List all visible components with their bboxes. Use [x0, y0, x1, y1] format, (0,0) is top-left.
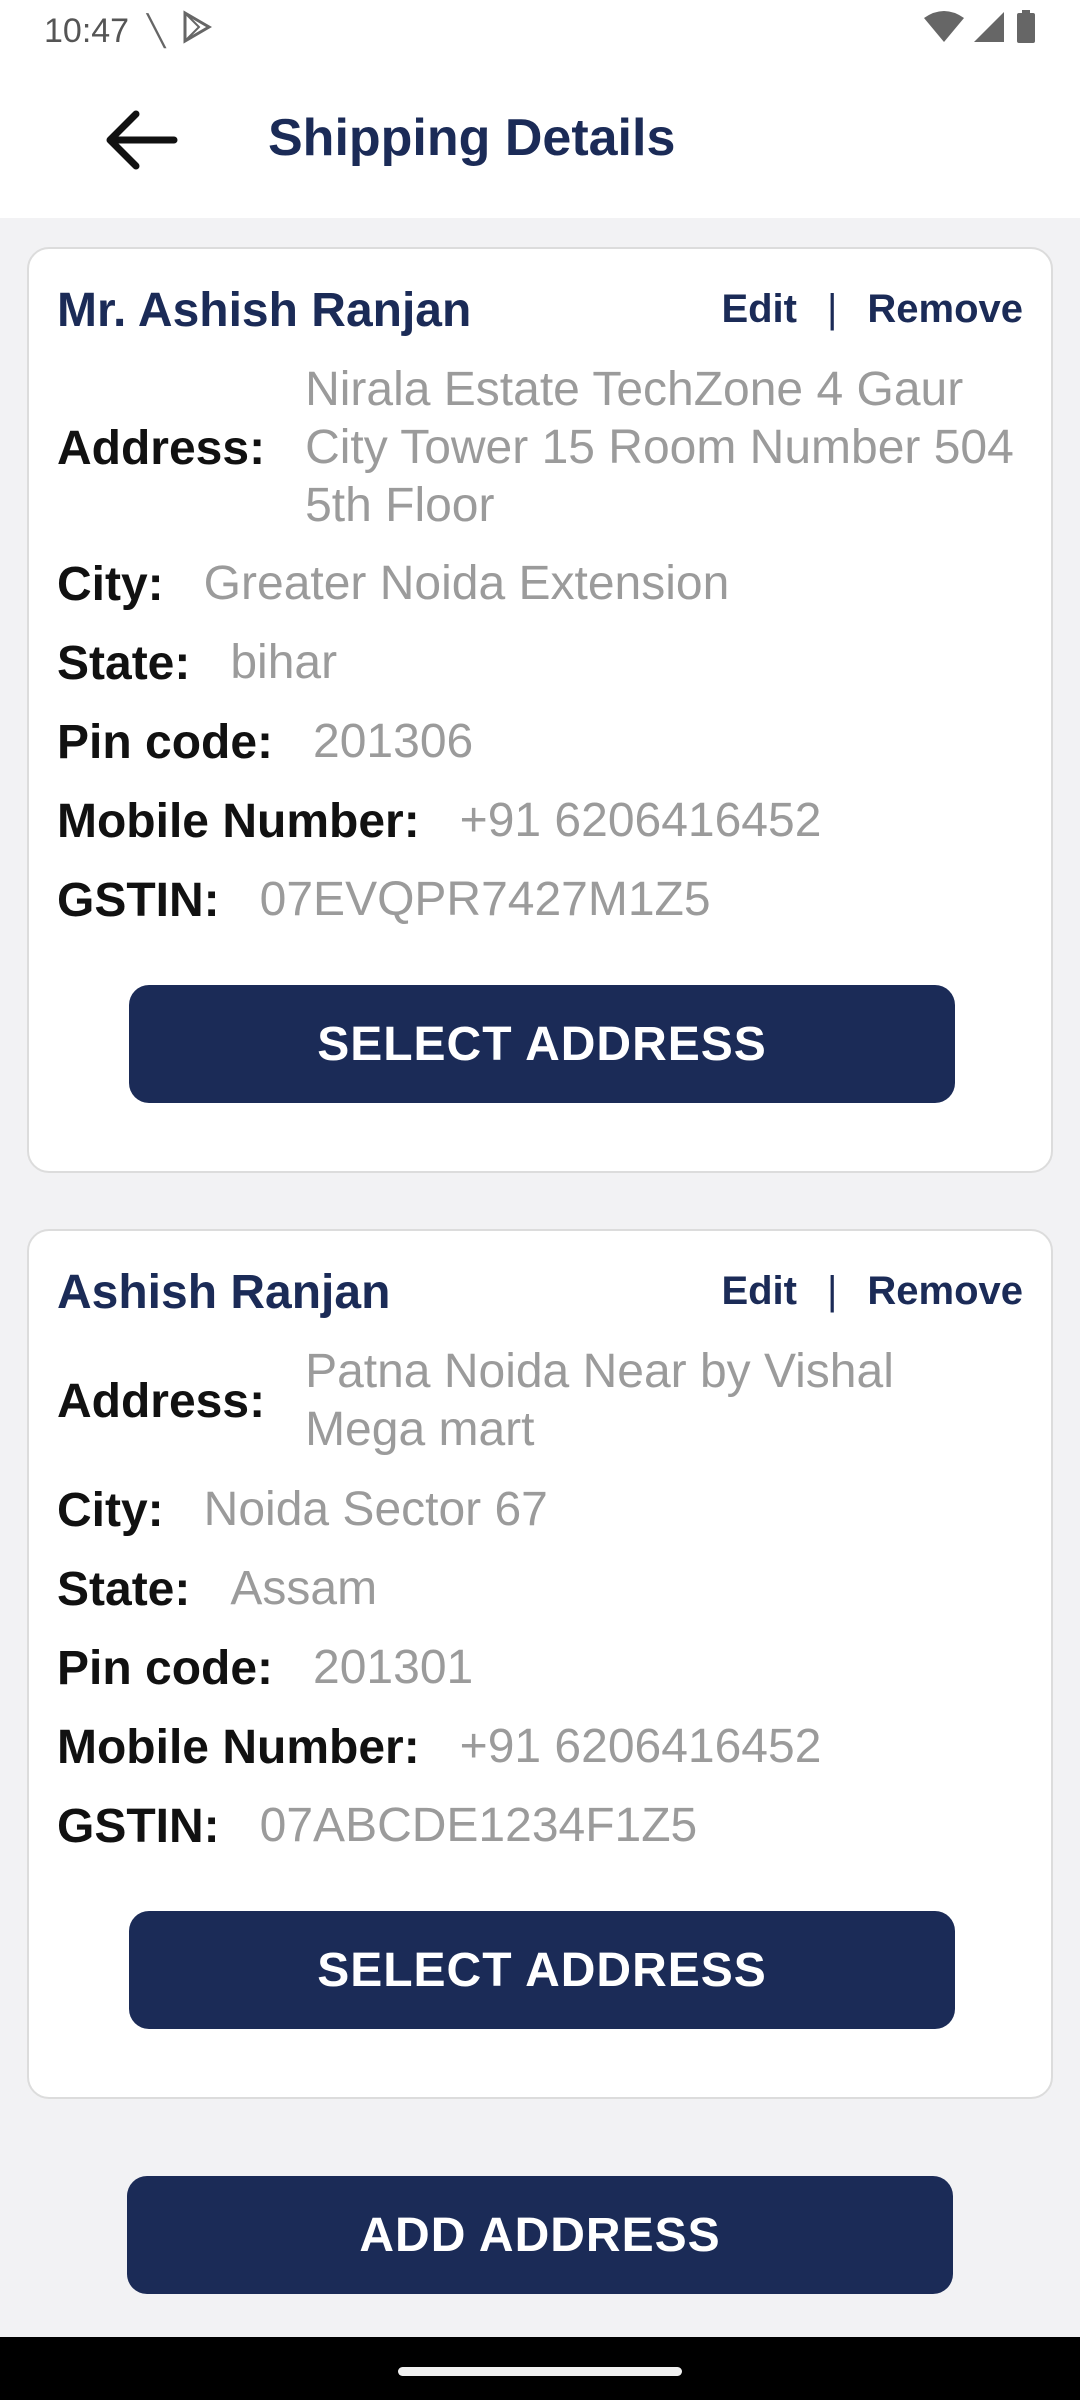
address-value: Patna Noida Near by Vishal Mega mart [305, 1345, 894, 1456]
home-gesture-handle[interactable] [398, 2367, 682, 2376]
select-address-button[interactable]: SELECT ADDRESS [129, 985, 955, 1103]
gstin-row: GSTIN: 07ABCDE1234F1Z5 [57, 1797, 1023, 1855]
card-actions: Edit | Remove [721, 287, 1023, 332]
gstin-label: GSTIN: [57, 873, 220, 927]
state-value: bihar [230, 636, 338, 689]
state-value: Assam [230, 1562, 378, 1615]
gstin-row: GSTIN: 07EVQPR7427M1Z5 [57, 871, 1023, 929]
pin-row: Pin code: 201306 [57, 713, 1023, 771]
state-label: State: [57, 1562, 191, 1616]
play-store-icon [179, 10, 213, 52]
pin-label: Pin code: [57, 715, 274, 769]
city-value: Noida Sector 67 [203, 1483, 548, 1536]
city-row: City: Noida Sector 67 [57, 1481, 1023, 1539]
actions-separator: | [826, 287, 838, 331]
mobile-label: Mobile Number: [57, 1720, 420, 1774]
remove-button[interactable]: Remove [867, 287, 1023, 332]
state-row: State: bihar [57, 634, 1023, 692]
actions-separator: | [826, 1269, 838, 1313]
page-title: Shipping Details [268, 109, 676, 167]
edit-button[interactable]: Edit [721, 1269, 797, 1314]
gstin-label: GSTIN: [57, 1799, 220, 1853]
address-card: Ashish Ranjan Edit | Remove Address: Pat… [27, 1229, 1053, 2099]
call-forward-icon: ╲ [147, 14, 166, 48]
city-label: City: [57, 557, 164, 611]
gstin-value: 07EVQPR7427M1Z5 [259, 873, 711, 926]
edit-button[interactable]: Edit [721, 287, 797, 332]
wifi-icon [924, 10, 964, 44]
address-card: Mr. Ashish Ranjan Edit | Remove Address:… [27, 247, 1053, 1173]
system-nav-bar [0, 2337, 1080, 2400]
address-value: Nirala Estate TechZone 4 Gaur City Tower… [305, 363, 1014, 532]
remove-button[interactable]: Remove [867, 1269, 1023, 1314]
mobile-row: Mobile Number: +91 6206416452 [57, 792, 1023, 850]
card-actions: Edit | Remove [721, 1269, 1023, 1314]
mobile-label: Mobile Number: [57, 794, 420, 848]
address-row: Address: Patna Noida Near by Vishal Mega… [57, 1343, 1023, 1459]
city-value: Greater Noida Extension [203, 557, 730, 610]
back-button[interactable] [96, 104, 184, 180]
state-label: State: [57, 636, 191, 690]
mobile-value: +91 6206416452 [459, 1720, 822, 1773]
arrow-left-icon [102, 108, 178, 177]
address-row: Address: Nirala Estate TechZone 4 Gaur C… [57, 361, 1023, 535]
mobile-value: +91 6206416452 [459, 794, 822, 847]
gstin-value: 07ABCDE1234F1Z5 [259, 1799, 698, 1852]
signal-icon [974, 10, 1006, 44]
address-label: Address: [57, 1374, 266, 1428]
battery-icon [1016, 10, 1036, 44]
address-label: Address: [57, 421, 266, 475]
city-row: City: Greater Noida Extension [57, 555, 1023, 613]
select-address-button[interactable]: SELECT ADDRESS [129, 1911, 955, 2029]
pin-row: Pin code: 201301 [57, 1639, 1023, 1697]
recipient-name: Ashish Ranjan [57, 1266, 391, 1319]
state-row: State: Assam [57, 1560, 1023, 1618]
app-bar: Shipping Details [0, 62, 1080, 218]
recipient-name: Mr. Ashish Ranjan [57, 284, 472, 337]
pin-label: Pin code: [57, 1641, 274, 1695]
pin-value: 201306 [313, 715, 474, 768]
pin-value: 201301 [313, 1641, 474, 1694]
status-time: 10:47 [44, 11, 130, 50]
city-label: City: [57, 1483, 164, 1537]
add-address-button[interactable]: ADD ADDRESS [127, 2176, 953, 2294]
mobile-row: Mobile Number: +91 6206416452 [57, 1718, 1023, 1776]
status-bar: 10:47 ╲ [0, 0, 1080, 62]
